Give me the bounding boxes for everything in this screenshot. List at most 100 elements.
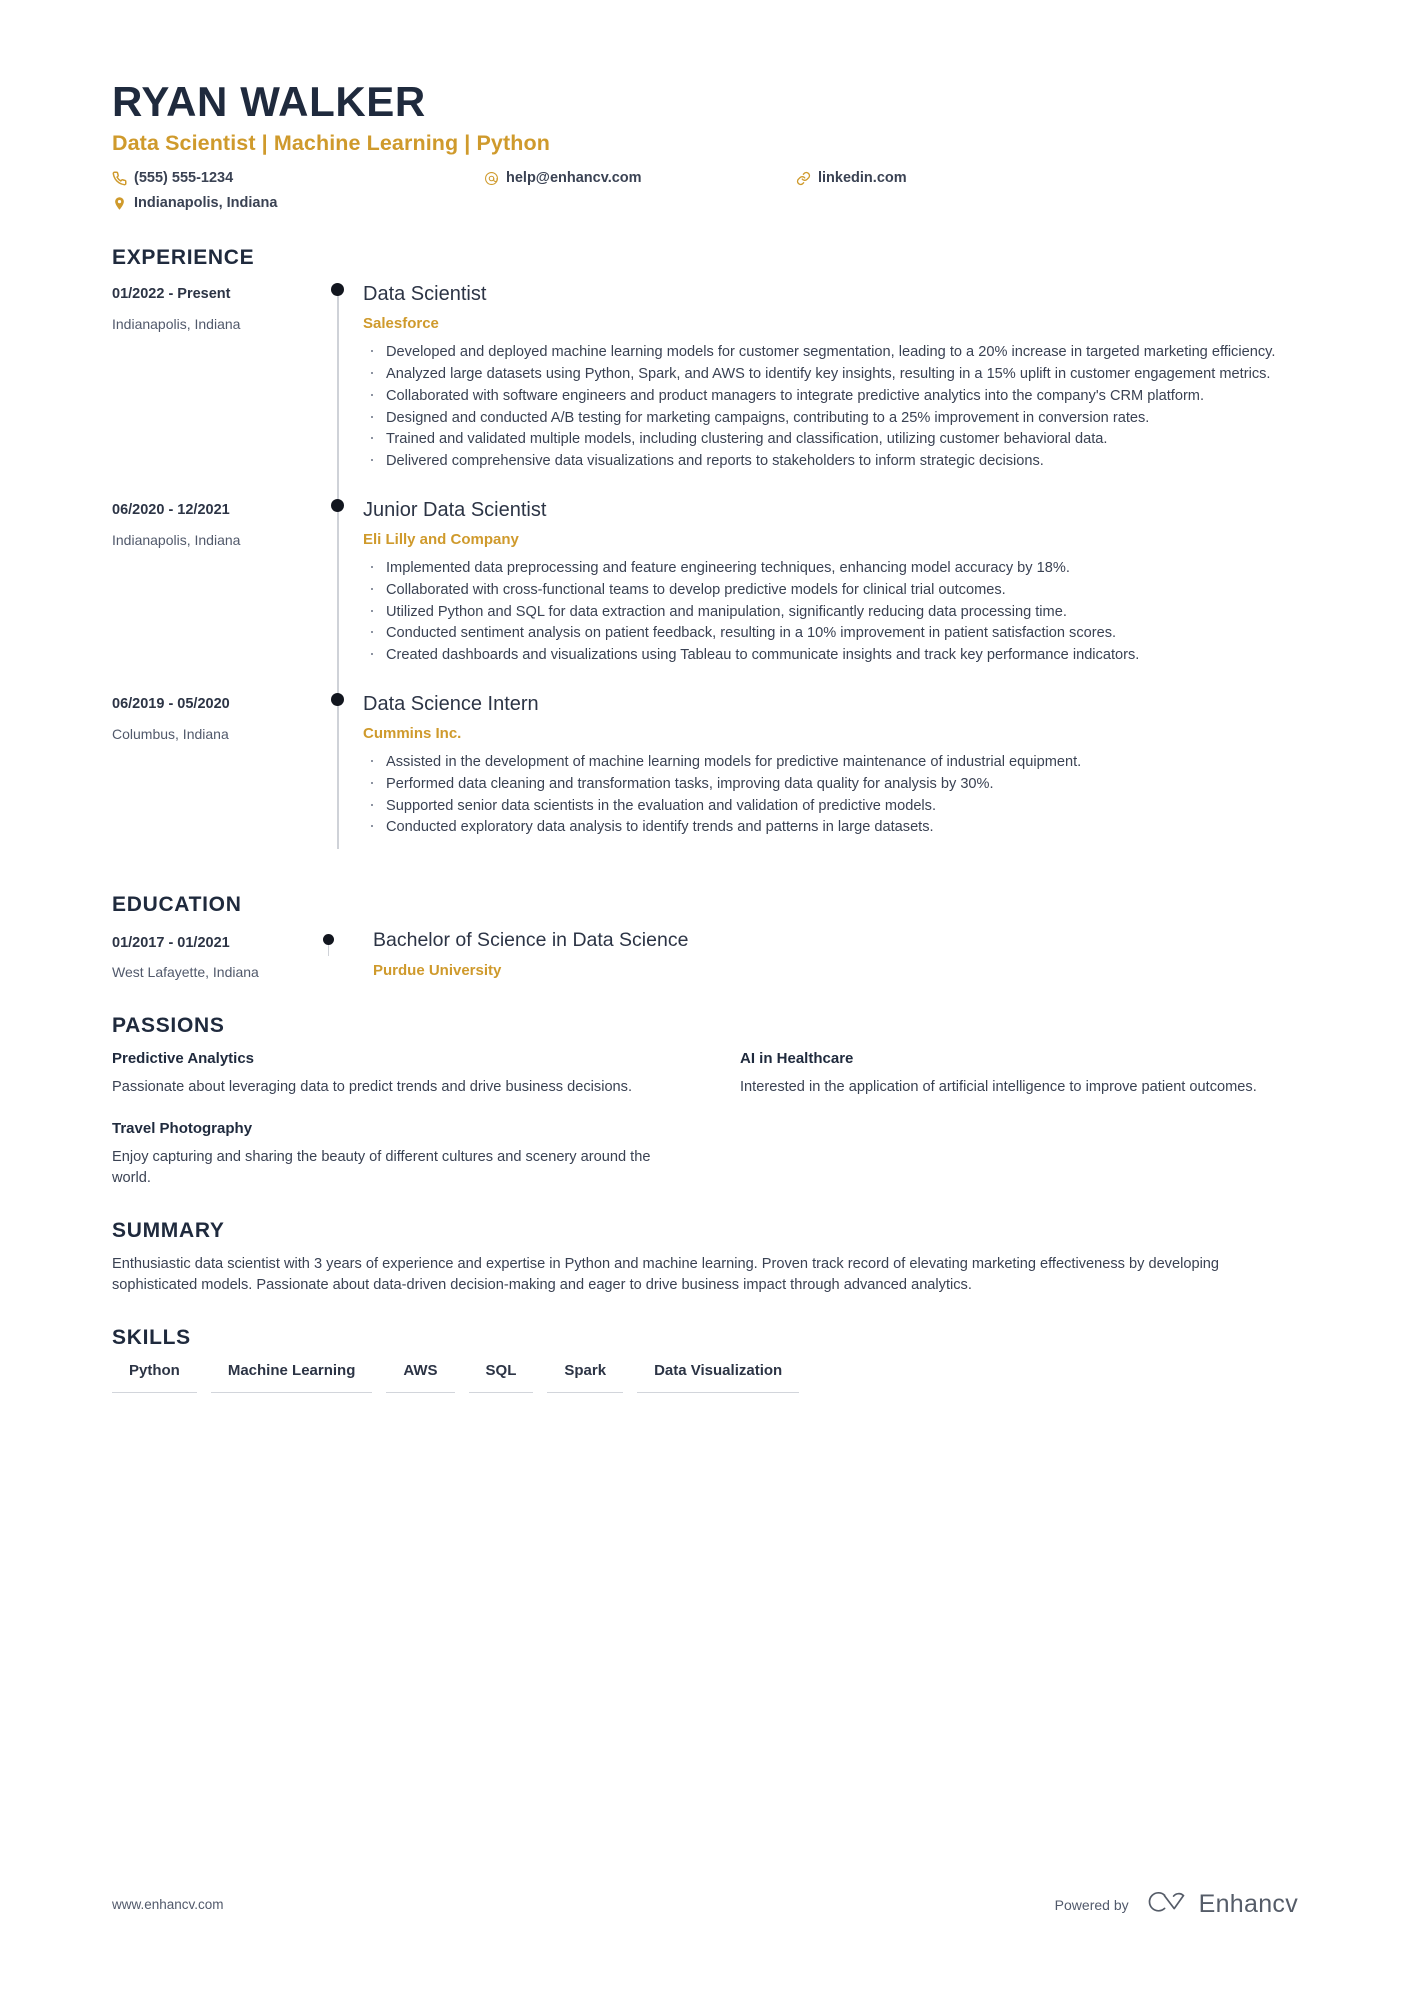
summary-text: Enthusiastic data scientist with 3 years…: [112, 1255, 1220, 1293]
education-meta: 01/2017 - 01/2021 West Lafayette, Indian…: [112, 928, 323, 984]
experience-date: 06/2020 - 12/2021: [112, 501, 230, 518]
section-skills: SKILLS Python Machine Learning AWS SQL S…: [112, 1326, 1298, 1393]
contact-email[interactable]: help@enhancv.com: [484, 166, 796, 191]
contact-phone-text: (555) 555-1234: [134, 169, 234, 186]
skill-chip: Spark: [547, 1361, 624, 1393]
list-item: Trained and validated multiple models, i…: [363, 425, 1298, 450]
contact-row-primary: (555) 555-1234 help@enhancv.com linkedin…: [112, 166, 1052, 191]
passion-description: Passionate about leveraging data to pred…: [112, 1079, 633, 1096]
skills-list: Python Machine Learning AWS SQL Spark Da…: [112, 1361, 1298, 1393]
page-title: RYAN WALKER: [112, 78, 426, 125]
experience-meta: 06/2020 - 12/2021 Indianapolis, Indiana: [112, 497, 323, 691]
experience-date: 06/2019 - 05/2020: [112, 695, 230, 712]
professional-headline: Data Scientist | Machine Learning | Pyth…: [112, 131, 550, 156]
contact-info: (555) 555-1234 help@enhancv.com linkedin…: [112, 166, 1052, 216]
contact-linkedin[interactable]: linkedin.com: [796, 166, 1036, 191]
experience-bullets: Developed and deployed machine learning …: [363, 338, 1298, 472]
section-title-passions: PASSIONS: [112, 1014, 225, 1038]
passion-item: Predictive Analytics Passionate about le…: [112, 1049, 670, 1098]
contact-linkedin-text: linkedin.com: [818, 169, 907, 186]
timeline-line: [337, 698, 339, 850]
experience-location: Indianapolis, Indiana: [112, 316, 241, 333]
resume-header: RYAN WALKER Data Scientist | Machine Lea…: [112, 78, 1298, 216]
section-title-skills: SKILLS: [112, 1326, 191, 1349]
passion-description: Interested in the application of artific…: [740, 1079, 1257, 1096]
page-footer: www.enhancv.com Powered by Enhancv: [112, 1888, 1298, 1921]
skill-chip: SQL: [468, 1361, 534, 1393]
skill-chip: Python: [112, 1361, 197, 1393]
enhancv-wordmark: Enhancv: [1198, 1890, 1298, 1918]
experience-content: Junior Data Scientist Eli Lilly and Comp…: [363, 497, 1298, 691]
phone-icon: [112, 171, 127, 186]
skill-chip: Data Visualization: [637, 1361, 800, 1393]
education-content: Bachelor of Science in Data Science Purd…: [373, 928, 1298, 984]
experience-location: Indianapolis, Indiana: [112, 532, 241, 549]
passion-title: AI in Healthcare: [740, 1050, 854, 1068]
experience-content: Data Science Intern Cummins Inc. Assiste…: [363, 691, 1298, 863]
experience-entry: 01/2022 - Present Indianapolis, Indiana …: [112, 281, 1298, 513]
contact-phone[interactable]: (555) 555-1234: [112, 166, 484, 191]
list-item: Supported senior data scientists in the …: [363, 792, 1298, 817]
passion-item: AI in Healthcare Interested in the appli…: [740, 1049, 1298, 1098]
list-item: Delivered comprehensive data visualizati…: [363, 447, 1298, 472]
experience-company: Salesforce: [363, 314, 439, 332]
passions-grid: Predictive Analytics Passionate about le…: [112, 1049, 1298, 1189]
experience-entry: 06/2019 - 05/2020 Columbus, Indiana Data…: [112, 691, 1298, 863]
section-title-education: EDUCATION: [112, 893, 242, 917]
contact-location: Indianapolis, Indiana: [112, 191, 484, 216]
list-item: Analyzed large datasets using Python, Sp…: [363, 360, 1298, 385]
experience-company: Cummins Inc.: [363, 724, 462, 742]
list-item: Designed and conducted A/B testing for m…: [363, 404, 1298, 429]
experience-bullets: Implemented data preprocessing and featu…: [363, 554, 1298, 666]
timeline-dot: [331, 498, 344, 512]
education-entry: 01/2017 - 01/2021 West Lafayette, Indian…: [112, 928, 1298, 984]
experience-date: 01/2022 - Present: [112, 285, 231, 302]
skill-chip: Machine Learning: [210, 1361, 373, 1393]
contact-row-secondary: Indianapolis, Indiana: [112, 191, 1052, 216]
experience-entry: 06/2020 - 12/2021 Indianapolis, Indiana …: [112, 497, 1298, 707]
skill-chip: AWS: [386, 1361, 455, 1393]
enhancv-brand: Enhancv: [1142, 1888, 1298, 1921]
passion-title: Predictive Analytics: [112, 1050, 255, 1068]
section-title-summary: SUMMARY: [112, 1218, 225, 1242]
experience-meta: 06/2019 - 05/2020 Columbus, Indiana: [112, 691, 323, 863]
list-item: Implemented data preprocessing and featu…: [363, 554, 1298, 579]
experience-company: Eli Lilly and Company: [363, 530, 519, 548]
list-item: Conducted sentiment analysis on patient …: [363, 619, 1298, 644]
list-item: Collaborated with software engineers and…: [363, 382, 1298, 407]
list-item: Assisted in the development of machine l…: [363, 748, 1298, 773]
education-location: West Lafayette, Indiana: [112, 964, 259, 981]
email-icon: [484, 171, 499, 186]
resume-page: RYAN WALKER Data Scientist | Machine Lea…: [0, 0, 1410, 1995]
passion-item: Travel Photography Enjoy capturing and s…: [112, 1119, 670, 1189]
contact-location-text: Indianapolis, Indiana: [134, 194, 278, 211]
experience-location: Columbus, Indiana: [112, 726, 229, 743]
enhancv-logo-icon: [1142, 1888, 1188, 1921]
section-experience: EXPERIENCE 01/2022 - Present Indianapoli…: [112, 246, 1298, 863]
footer-website-url[interactable]: www.enhancv.com: [112, 1897, 224, 1912]
section-title-experience: EXPERIENCE: [112, 245, 255, 269]
experience-bullets: Assisted in the development of machine l…: [363, 748, 1298, 839]
timeline-rail: [323, 928, 373, 984]
timeline-rail: [323, 497, 363, 707]
passion-title: Travel Photography: [112, 1120, 253, 1137]
education-degree: Bachelor of Science in Data Science: [373, 929, 689, 952]
timeline-rail: [323, 281, 363, 513]
link-icon: [796, 171, 811, 186]
section-education: EDUCATION 01/2017 - 01/2021 West Lafayet…: [112, 893, 1298, 984]
passion-item-empty: [740, 1119, 1298, 1189]
contact-email-text: help@enhancv.com: [506, 169, 642, 186]
list-item: Collaborated with cross-functional teams…: [363, 576, 1298, 601]
section-summary: SUMMARY Enthusiastic data scientist with…: [112, 1219, 1298, 1296]
experience-title: Data Science Intern: [363, 692, 539, 715]
powered-by-label: Powered by: [1054, 1896, 1129, 1913]
passion-description: Enjoy capturing and sharing the beauty o…: [112, 1149, 651, 1186]
experience-meta: 01/2022 - Present Indianapolis, Indiana: [112, 281, 323, 497]
timeline-line: [337, 504, 339, 707]
timeline-dot: [331, 692, 344, 706]
experience-title: Junior Data Scientist: [363, 498, 547, 521]
list-item: Utilized Python and SQL for data extract…: [363, 598, 1298, 623]
list-item: Conducted exploratory data analysis to i…: [363, 814, 1298, 839]
timeline-line: [337, 288, 339, 513]
timeline-dot: [331, 282, 344, 296]
